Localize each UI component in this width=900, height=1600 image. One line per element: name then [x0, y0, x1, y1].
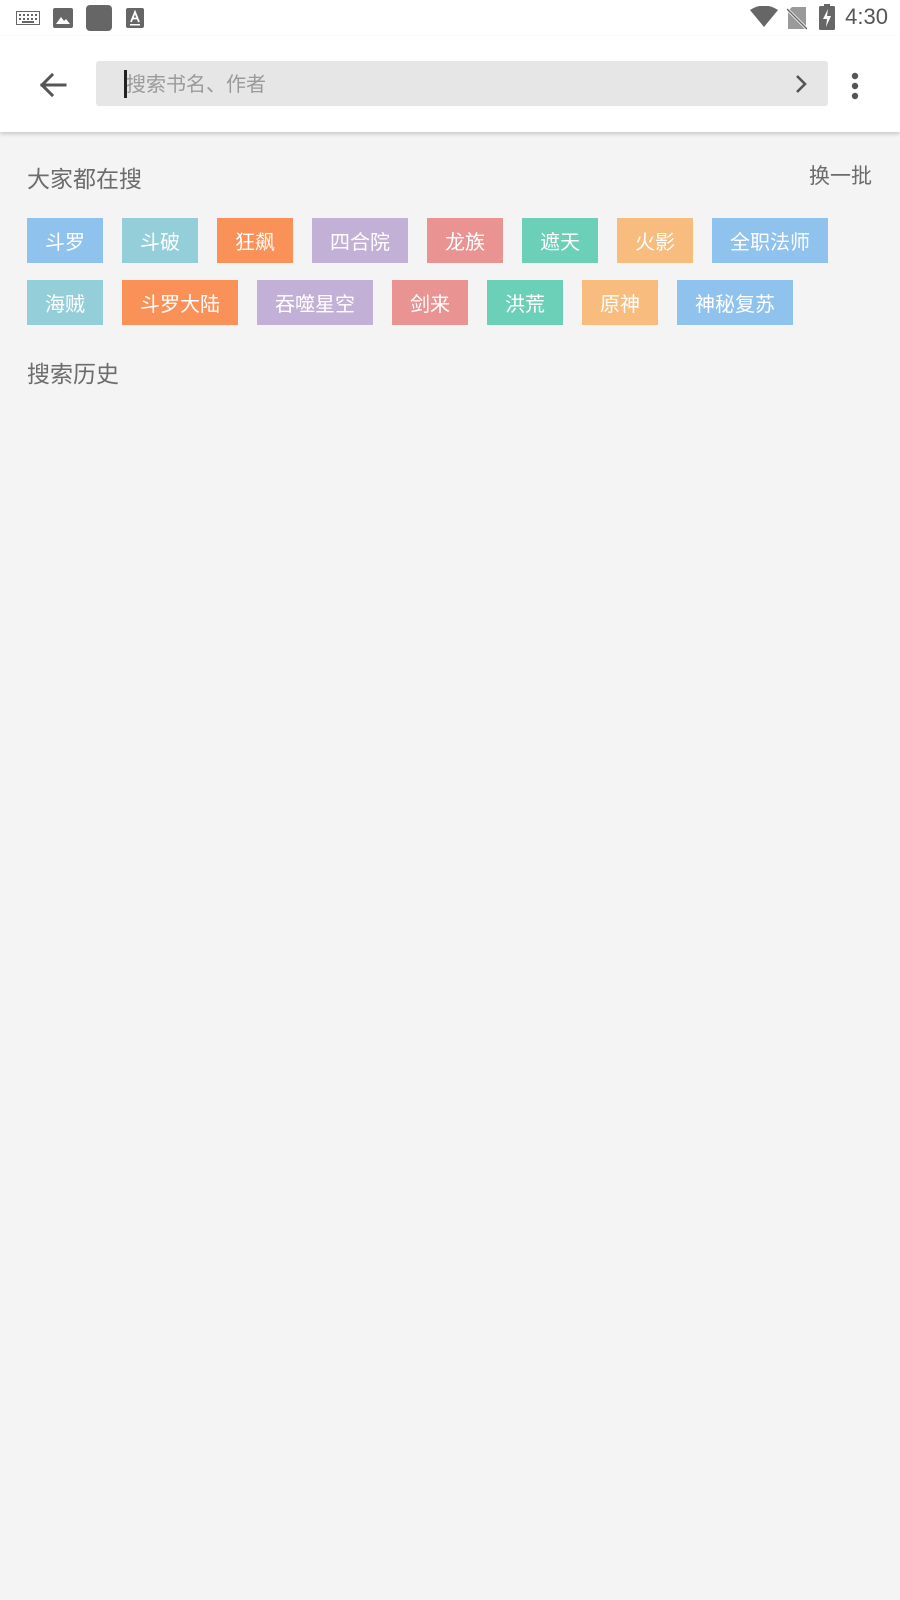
text-a-icon	[126, 8, 144, 32]
hot-search-tag[interactable]: 神秘复苏	[677, 280, 793, 325]
hot-search-tag[interactable]: 狂飙	[217, 218, 293, 263]
hot-search-tag[interactable]: 原神	[582, 280, 658, 325]
hot-search-tag[interactable]: 全职法师	[712, 218, 828, 263]
more-vert-icon	[851, 72, 859, 100]
image-icon	[53, 8, 73, 32]
hot-search-tag[interactable]: 斗罗大陆	[122, 280, 238, 325]
hot-search-tag[interactable]: 龙族	[427, 218, 503, 263]
arrow-left-icon	[39, 73, 67, 97]
keyboard-icon	[16, 10, 40, 29]
back-button[interactable]	[28, 60, 78, 110]
hot-search-tag[interactable]: 遮天	[522, 218, 598, 263]
hot-search-tag[interactable]: 火影	[617, 218, 693, 263]
refresh-button[interactable]: 换一批	[809, 160, 872, 190]
hot-search-tag[interactable]: 四合院	[312, 218, 408, 263]
chevron-right-icon	[796, 75, 807, 93]
hot-search-tag[interactable]: 海贼	[27, 280, 103, 325]
battery-charging-icon	[819, 4, 835, 34]
hot-search-tag[interactable]: 剑来	[392, 280, 468, 325]
app-square-icon	[86, 5, 112, 35]
hot-search-tag[interactable]: 洪荒	[487, 280, 563, 325]
wifi-icon	[750, 5, 778, 32]
hot-search-tag[interactable]: 斗破	[122, 218, 198, 263]
more-options-button[interactable]	[840, 66, 870, 106]
toolbar	[0, 36, 900, 132]
status-bar: 4:30	[0, 0, 900, 36]
search-input[interactable]	[126, 61, 766, 106]
no-sim-icon	[785, 6, 809, 34]
search-box[interactable]	[96, 61, 828, 106]
hot-search-tag[interactable]: 吞噬星空	[257, 280, 373, 325]
status-time: 4:30	[845, 4, 888, 29]
hot-search-title: 大家都在搜	[27, 167, 142, 193]
search-history-title: 搜索历史	[27, 362, 119, 388]
hot-search-tag[interactable]: 斗罗	[27, 218, 103, 263]
search-submit-button[interactable]	[784, 67, 818, 101]
hot-search-tags: 斗罗 斗破 狂飙 四合院 龙族 遮天 火影 全职法师海贼 斗罗大陆 吞噬星空 剑来 洪荒 原神 神秘复苏	[27, 218, 873, 325]
